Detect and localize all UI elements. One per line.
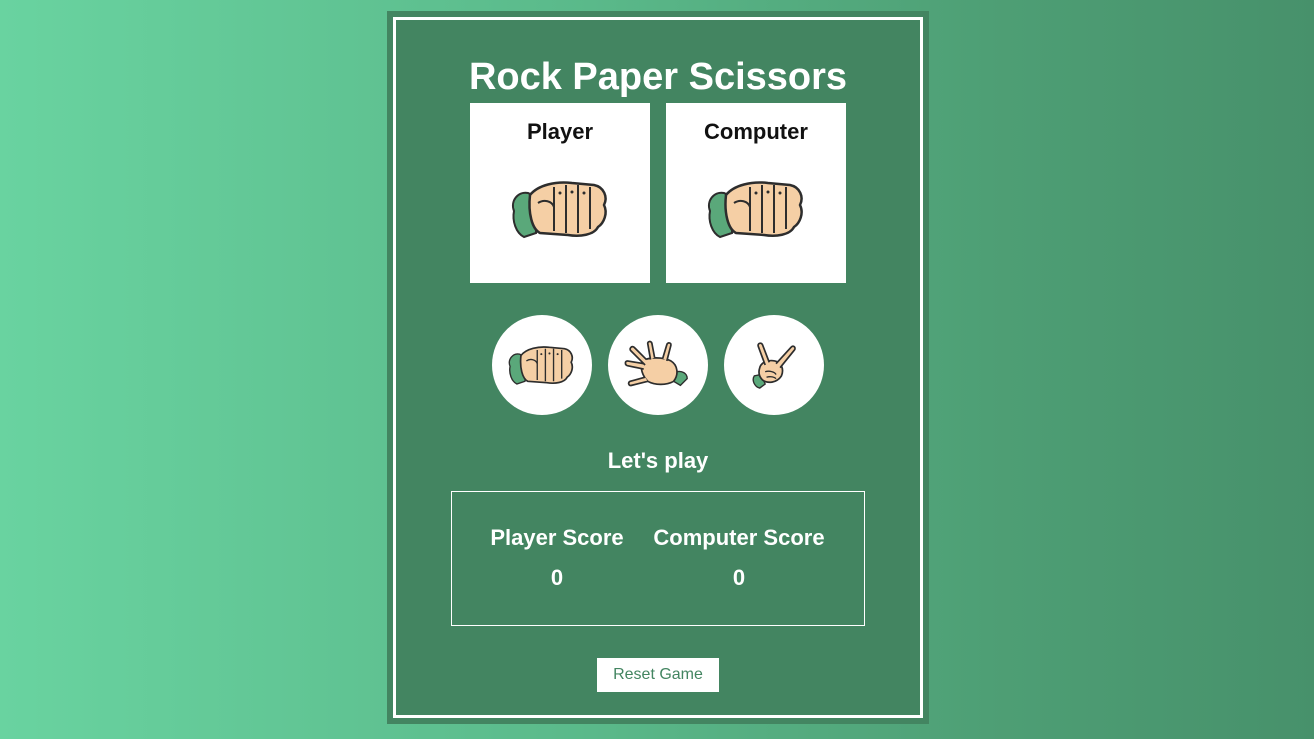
rock-hand-icon <box>707 181 803 239</box>
computer-choice-card: Computer <box>666 103 846 283</box>
scissors-button[interactable] <box>724 315 824 415</box>
page-title: Rock Paper Scissors <box>468 56 848 98</box>
computer-score-value: 0 <box>732 565 746 590</box>
rock-hand-icon <box>511 181 607 239</box>
player-score-heading: Player Score <box>490 525 624 550</box>
game-container: Rock Paper Scissors Player Computer Let'… <box>387 11 929 724</box>
player-choice-card: Player <box>470 103 650 283</box>
player-score-value: 0 <box>550 565 564 590</box>
computer-score: Computer Score 0 <box>645 524 833 592</box>
scissors-hand-icon <box>752 342 796 389</box>
reset-game-button[interactable]: Reset Game <box>597 658 719 692</box>
scoreboard: Player Score 0 Computer Score 0 <box>451 491 865 626</box>
computer-score-heading: Computer Score <box>653 525 825 550</box>
rock-button[interactable] <box>492 315 592 415</box>
game-status: Let's play <box>607 448 709 473</box>
computer-label: Computer <box>704 119 808 144</box>
paper-hand-icon <box>624 340 688 387</box>
player-score: Player Score 0 <box>485 524 629 592</box>
rock-hand-icon <box>508 346 574 385</box>
paper-button[interactable] <box>608 315 708 415</box>
player-label: Player <box>526 119 594 144</box>
